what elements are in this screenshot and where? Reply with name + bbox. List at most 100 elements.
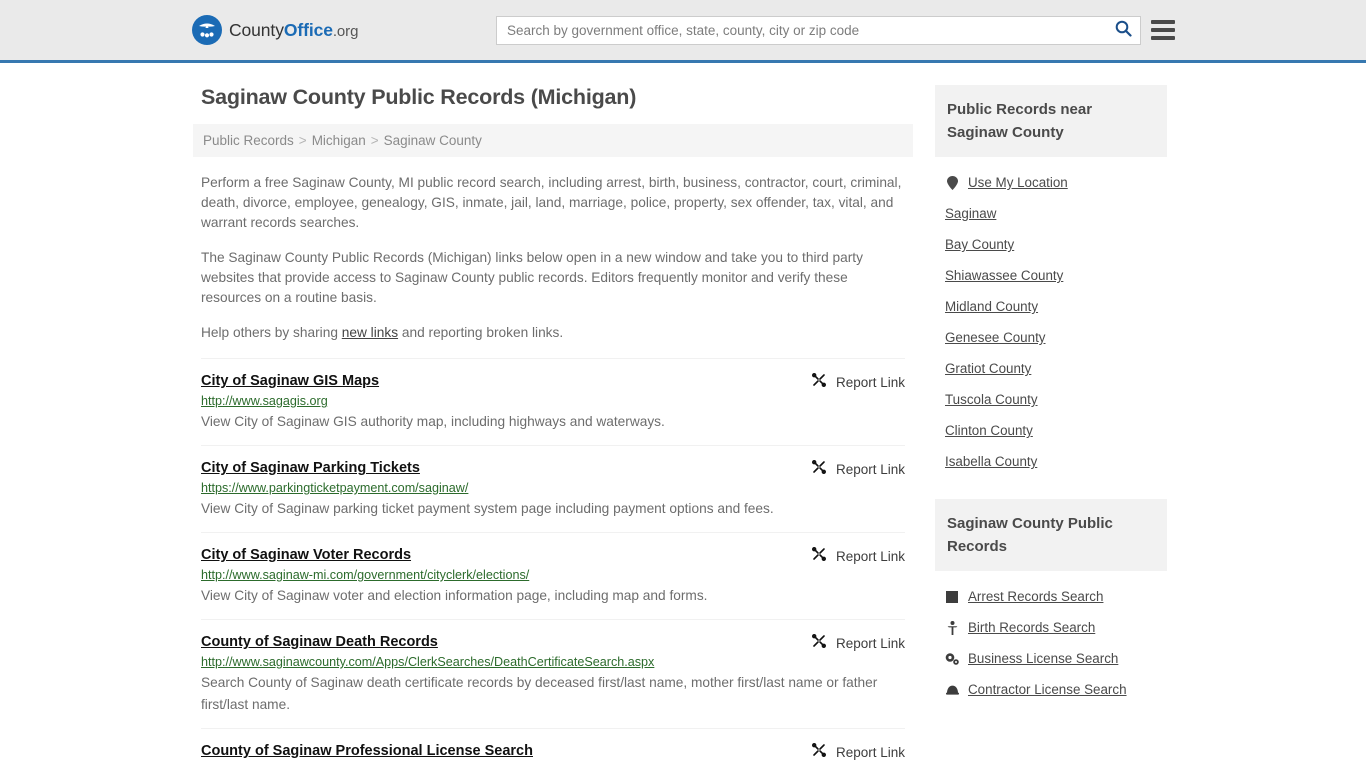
sidebar-item-shiawassee-county[interactable]: Shiawassee County (945, 260, 1165, 291)
link-row: County of Saginaw Death Records http://w… (201, 619, 905, 728)
sidebar-item-label[interactable]: Use My Location (968, 175, 1068, 190)
sidebar-item-tuscola-county[interactable]: Tuscola County (945, 384, 1165, 415)
record-link-description: Search County of Saginaw death certifica… (201, 675, 878, 712)
breadcrumb-item-michigan[interactable]: Michigan (312, 133, 366, 148)
sidebar-item-business-license-search[interactable]: Business License Search (945, 643, 1165, 674)
sidebar-item-label[interactable]: Isabella County (945, 454, 1037, 469)
sidebar-item-genesee-county[interactable]: Genesee County (945, 322, 1165, 353)
sidebar-item-use-my-location[interactable]: Use My Location (945, 167, 1165, 198)
main-content: Saginaw County Public Records (Michigan)… (193, 85, 913, 768)
sidebar-item-gratiot-county[interactable]: Gratiot County (945, 353, 1165, 384)
sidebar-item-label[interactable]: Gratiot County (945, 361, 1031, 376)
report-link-label: Report Link (835, 549, 905, 564)
sidebar-item-label[interactable]: Business License Search (968, 651, 1118, 666)
nearby-records-card-title: Public Records near Saginaw County (935, 85, 1167, 157)
sidebar-item-saginaw[interactable]: Saginaw (945, 198, 1165, 229)
record-link-url[interactable]: http://www.sagagis.org (201, 394, 905, 408)
link-row: County of Saginaw Professional License S… (201, 728, 905, 768)
broken-link-icon (811, 546, 827, 567)
sidebar-item-midland-county[interactable]: Midland County (945, 291, 1165, 322)
sidebar-item-label[interactable]: Midland County (945, 299, 1038, 314)
record-link-description: View City of Saginaw voter and election … (201, 588, 708, 603)
report-link-label: Report Link (835, 375, 905, 390)
sidebar-item-isabella-county[interactable]: Isabella County (945, 446, 1165, 477)
sidebar: Public Records near Saginaw County Use M… (935, 85, 1167, 727)
logo-text-county: County (229, 19, 284, 40)
nearby-records-list: Use My Location Saginaw Bay County Shiaw… (935, 157, 1167, 477)
report-link-button[interactable]: Report Link (811, 546, 905, 567)
report-link-label: Report Link (835, 745, 905, 760)
breadcrumb-separator: > (298, 133, 307, 148)
record-link-title[interactable]: City of Saginaw GIS Maps (201, 373, 379, 389)
sidebar-item-label[interactable]: Clinton County (945, 423, 1033, 438)
record-link-url[interactable]: https://www.parkingticketpayment.com/sag… (201, 481, 905, 495)
sidebar-item-label[interactable]: Tuscola County (945, 392, 1038, 407)
breadcrumb: Public Records > Michigan > Saginaw County (193, 124, 913, 157)
broken-link-icon (811, 742, 827, 763)
eagle-shield-logo-icon (192, 15, 222, 45)
sidebar-item-label[interactable]: Saginaw (945, 206, 996, 221)
record-link-title[interactable]: County of Saginaw Death Records (201, 634, 438, 650)
records-link-list: City of Saginaw GIS Maps http://www.saga… (193, 358, 913, 768)
report-link-button[interactable]: Report Link (811, 459, 905, 480)
search-icon (1115, 20, 1132, 40)
site-logo-text: CountyOffice.org (229, 20, 358, 41)
search-bar[interactable] (496, 15, 1141, 45)
square-icon (945, 590, 959, 603)
intro-paragraph-2: The Saginaw County Public Records (Michi… (201, 250, 863, 305)
sidebar-item-birth-records-search[interactable]: Birth Records Search (945, 612, 1165, 643)
record-link-url[interactable]: http://www.saginaw-mi.com/government/cit… (201, 568, 905, 582)
hamburger-bar (1151, 36, 1175, 40)
broken-link-icon (811, 372, 827, 393)
report-link-button[interactable]: Report Link (811, 742, 905, 763)
link-row: City of Saginaw Parking Tickets https://… (201, 445, 905, 532)
cogs-icon (945, 652, 959, 665)
breadcrumb-separator: > (370, 133, 379, 148)
share-text-before: Help others by sharing (201, 325, 342, 340)
sidebar-item-label[interactable]: Contractor License Search (968, 682, 1127, 697)
map-pin-icon (945, 175, 959, 190)
sidebar-item-label[interactable]: Birth Records Search (968, 620, 1095, 635)
report-link-button[interactable]: Report Link (811, 633, 905, 654)
new-links-link[interactable]: new links (342, 325, 398, 340)
page-body: Saginaw County Public Records (Michigan)… (0, 63, 1366, 768)
hard-hat-icon (945, 684, 959, 695)
sidebar-item-arrest-records-search[interactable]: Arrest Records Search (945, 581, 1165, 612)
share-text-after: and reporting broken links. (398, 325, 564, 340)
sidebar-item-clinton-county[interactable]: Clinton County (945, 415, 1165, 446)
county-records-card: Saginaw County Public Records Arrest Rec… (935, 499, 1167, 705)
broken-link-icon (811, 459, 827, 480)
child-icon (945, 620, 959, 635)
intro-paragraph-3: Help others by sharing new links and rep… (193, 323, 913, 343)
link-row: City of Saginaw Voter Records http://www… (201, 532, 905, 619)
report-link-label: Report Link (835, 636, 905, 651)
record-link-description: View City of Saginaw GIS authority map, … (201, 414, 665, 429)
report-link-label: Report Link (835, 462, 905, 477)
logo-text-office: Office (283, 19, 333, 40)
site-logo[interactable]: CountyOffice.org (192, 15, 358, 45)
breadcrumb-item-saginaw-county[interactable]: Saginaw County (384, 133, 482, 148)
search-button[interactable] (1106, 17, 1140, 44)
sidebar-item-label[interactable]: Arrest Records Search (968, 589, 1103, 604)
record-link-title[interactable]: City of Saginaw Parking Tickets (201, 460, 420, 476)
hamburger-bar (1151, 20, 1175, 24)
county-records-card-title: Saginaw County Public Records (935, 499, 1167, 571)
hamburger-bar (1151, 28, 1175, 32)
sidebar-item-contractor-license-search[interactable]: Contractor License Search (945, 674, 1165, 705)
link-row: City of Saginaw GIS Maps http://www.saga… (201, 358, 905, 445)
record-link-url[interactable]: http://www.saginawcounty.com/Apps/ClerkS… (201, 655, 905, 669)
sidebar-item-label[interactable]: Shiawassee County (945, 268, 1063, 283)
hamburger-menu-icon[interactable] (1151, 20, 1175, 40)
sidebar-item-label[interactable]: Genesee County (945, 330, 1046, 345)
breadcrumb-item-public-records[interactable]: Public Records (203, 133, 294, 148)
record-link-title[interactable]: County of Saginaw Professional License S… (201, 743, 533, 759)
county-records-list: Arrest Records Search Birth Records Sear… (935, 571, 1167, 705)
logo-text-org: .org (332, 22, 359, 40)
record-link-title[interactable]: City of Saginaw Voter Records (201, 547, 411, 563)
sidebar-item-label[interactable]: Bay County (945, 237, 1014, 252)
nearby-records-card: Public Records near Saginaw County Use M… (935, 85, 1167, 477)
report-link-button[interactable]: Report Link (811, 372, 905, 393)
broken-link-icon (811, 633, 827, 654)
sidebar-item-bay-county[interactable]: Bay County (945, 229, 1165, 260)
search-input[interactable] (497, 16, 1106, 44)
